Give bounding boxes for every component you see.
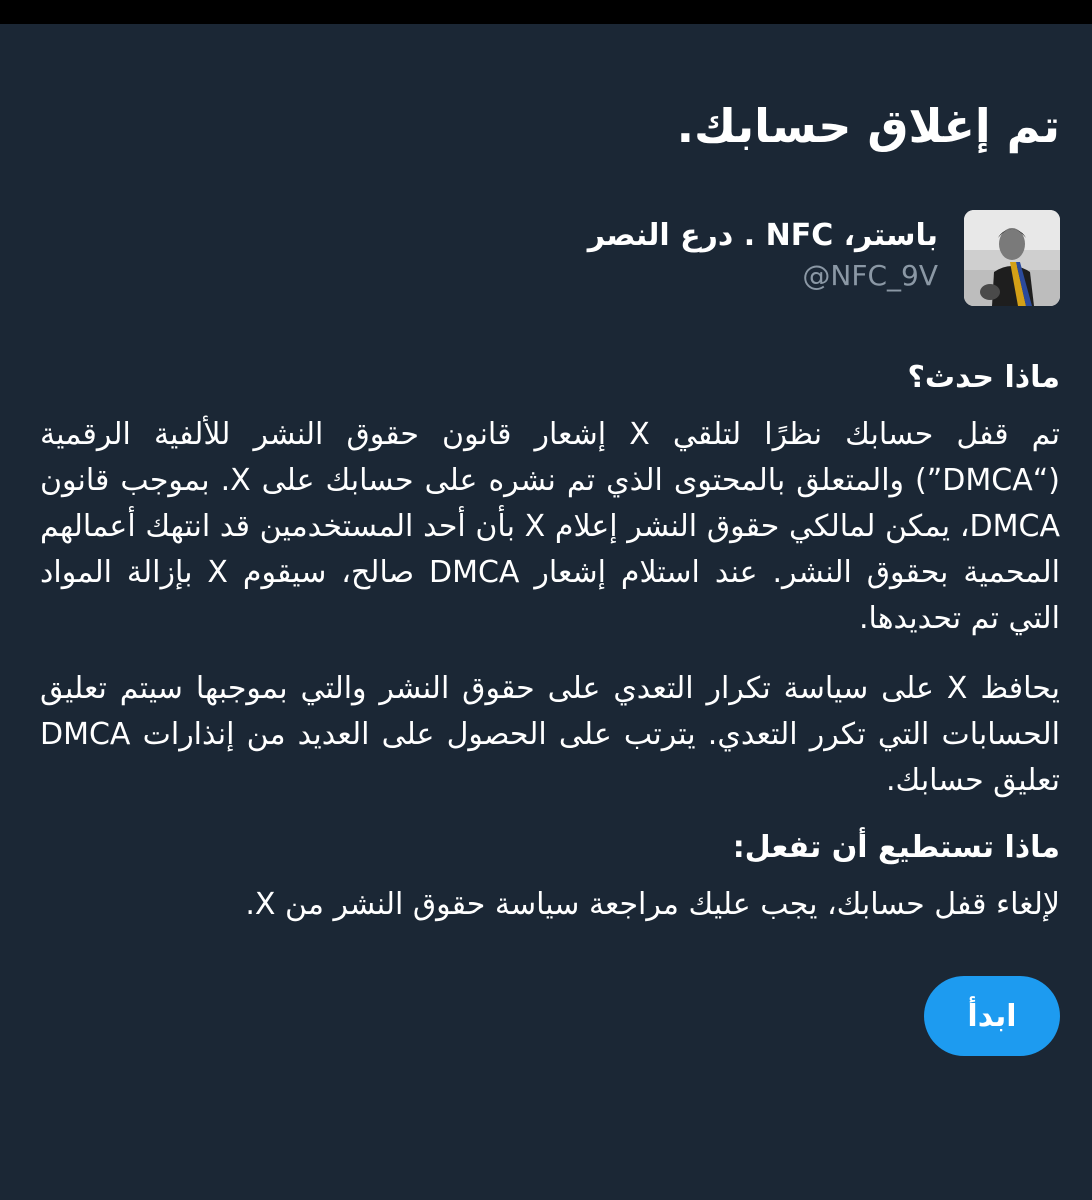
start-button[interactable]: ابدأ bbox=[924, 976, 1060, 1056]
status-bar bbox=[0, 0, 1092, 24]
dmca-explanation-paragraph: تم قفل حسابك نظرًا لتلقي X إشعار قانون ح… bbox=[40, 417, 1061, 636]
unlock-instructions-paragraph: لإلغاء قفل حسابك، يجب عليك مراجعة سياسة … bbox=[245, 887, 1060, 922]
what-happened-heading: ماذا حدث؟ bbox=[907, 360, 1060, 395]
page-title: تم إغلاق حسابك. bbox=[676, 99, 1060, 153]
display-name: باستر، NFC . درع النصر bbox=[587, 218, 938, 253]
account-profile: باستر، NFC . درع النصر @NFC_9V bbox=[460, 210, 1060, 310]
avatar bbox=[964, 210, 1060, 306]
profile-photo-icon bbox=[964, 210, 1060, 306]
account-handle: @NFC_9V bbox=[802, 259, 938, 292]
repeat-infringer-paragraph: يحافظ X على سياسة تكرار التعدي على حقوق … bbox=[40, 671, 1060, 798]
what-to-do-heading: ماذا تستطيع أن تفعل: bbox=[732, 830, 1060, 865]
